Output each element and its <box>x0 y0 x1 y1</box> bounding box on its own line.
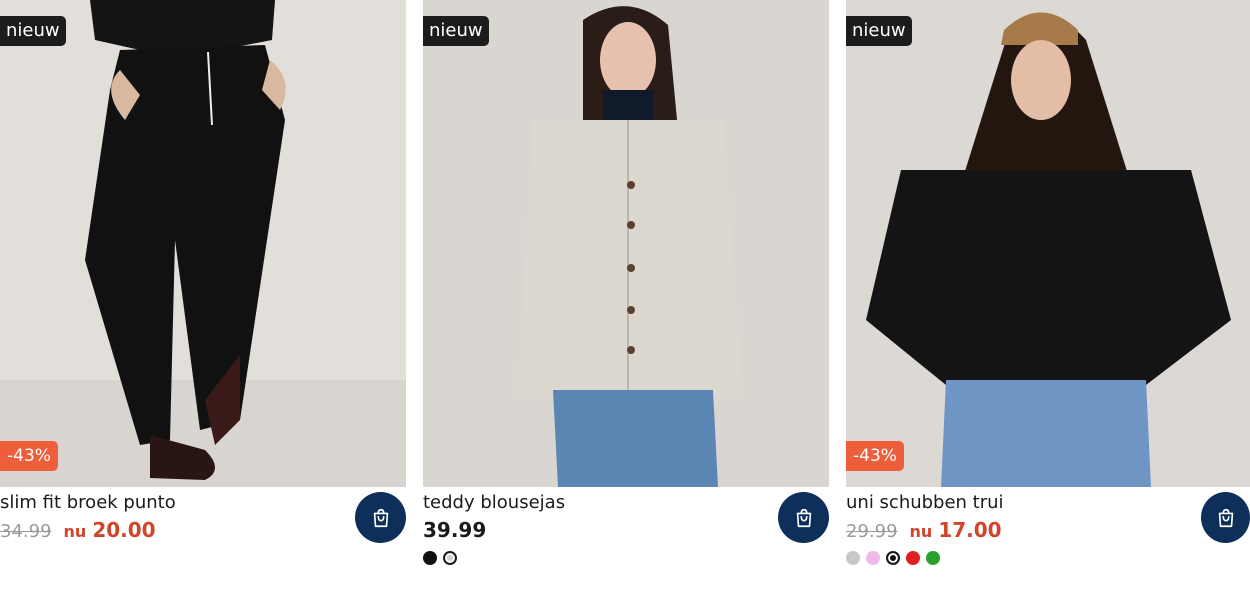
shopping-bag-icon <box>373 508 388 527</box>
color-swatch-pink[interactable] <box>866 551 880 565</box>
product-title[interactable]: teddy blousejas <box>423 492 565 513</box>
product-title[interactable]: uni schubben trui <box>846 492 1004 513</box>
price-row: 34.99 nu 20.00 <box>0 518 156 544</box>
add-to-cart-button[interactable] <box>355 492 406 543</box>
product-image[interactable]: nieuw -43% <box>0 0 406 487</box>
color-swatch-black[interactable] <box>423 551 437 565</box>
price-row: 29.99 nu 17.00 <box>846 518 1002 544</box>
product-image[interactable]: nieuw -43% <box>846 0 1250 487</box>
new-badge: nieuw <box>846 16 912 46</box>
price-row: 39.99 <box>423 518 486 544</box>
new-badge: nieuw <box>423 16 489 46</box>
color-swatch-light-grey[interactable] <box>443 551 457 565</box>
add-to-cart-button[interactable] <box>1201 492 1250 543</box>
price: 39.99 <box>423 518 487 542</box>
now-label: nu <box>63 522 87 541</box>
color-swatch-black[interactable] <box>886 551 900 565</box>
color-swatch-grey[interactable] <box>846 551 860 565</box>
new-badge: nieuw <box>0 16 66 46</box>
color-swatch-green[interactable] <box>926 551 940 565</box>
color-swatches <box>423 551 457 565</box>
old-price: 34.99 <box>0 521 52 542</box>
shopping-bag-icon <box>796 508 811 527</box>
discount-badge: -43% <box>0 441 58 471</box>
sale-price: 20.00 <box>92 518 156 542</box>
discount-badge: -43% <box>846 441 904 471</box>
product-card[interactable]: nieuw -43% uni schubben trui 29.99 nu 17… <box>846 0 1250 607</box>
color-swatch-red[interactable] <box>906 551 920 565</box>
sale-price: 17.00 <box>938 518 1002 542</box>
old-price: 29.99 <box>846 521 898 542</box>
product-title[interactable]: slim fit broek punto <box>0 492 176 513</box>
color-swatches <box>846 551 940 565</box>
shopping-bag-icon <box>1218 508 1233 527</box>
product-card[interactable]: nieuw teddy blousejas 39.99 <box>423 0 829 607</box>
product-card[interactable]: nieuw -43% slim fit broek punto 34.99 nu… <box>0 0 406 607</box>
product-image[interactable]: nieuw <box>423 0 829 487</box>
add-to-cart-button[interactable] <box>778 492 829 543</box>
now-label: nu <box>909 522 933 541</box>
